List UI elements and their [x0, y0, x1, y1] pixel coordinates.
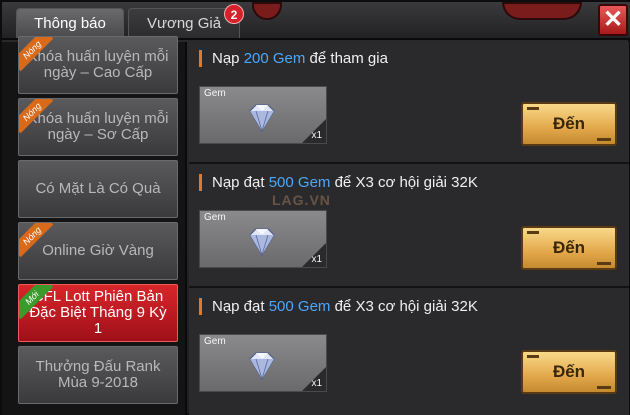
sidebar-item-cfl-lott[interactable]: Mới CFL Lott Phiên Bản Đặc Biệt Tháng 9 …	[18, 284, 178, 342]
sidebar-item-label: Online Giờ Vàng	[42, 242, 154, 259]
diamond-icon	[249, 104, 275, 132]
gem-reward-card[interactable]: Gem x1	[199, 86, 327, 144]
gem-reward-card[interactable]: Gem x1	[199, 210, 327, 268]
button-ornament	[527, 107, 539, 110]
button-ornament	[597, 138, 611, 141]
top-ornament	[502, 2, 582, 20]
sidebar-item-label: Khóa huấn luyện mỗi ngày – Sơ Cấp	[27, 110, 169, 143]
top-ornament	[252, 2, 282, 20]
gem-count: x1	[311, 378, 322, 389]
gem-count: x1	[311, 254, 322, 265]
gem-count: x1	[311, 130, 322, 141]
reward-list: Nạp 200 Gem để tham gia Gem x1 Đến Nạp đ…	[189, 42, 629, 415]
reward-condition: Nạp 200 Gem để tham gia	[199, 50, 388, 67]
go-button-label: Đến	[552, 238, 586, 257]
button-ornament	[597, 386, 611, 389]
button-ornament	[597, 262, 611, 265]
go-button[interactable]: Đến	[521, 102, 617, 146]
button-ornament	[527, 355, 539, 358]
gem-amount: 500 Gem	[268, 174, 331, 191]
go-button[interactable]: Đến	[521, 226, 617, 270]
button-ornament	[527, 231, 539, 234]
sidebar-item-training-advanced[interactable]: Nóng Khóa huấn luyện mỗi ngày – Cao Cấp	[18, 36, 178, 94]
reward-row: Nạp đạt 500 Gem để X3 cơ hội giải 32K Ge…	[189, 290, 629, 412]
sidebar-item-golden-hour[interactable]: Nóng Online Giờ Vàng	[18, 222, 178, 280]
go-button[interactable]: Đến	[521, 350, 617, 394]
condition-prefix: Nạp đạt	[212, 174, 269, 191]
diamond-icon	[249, 228, 275, 256]
watermark-logo: LAG.VN	[272, 192, 331, 208]
close-button[interactable]: ✕	[598, 4, 628, 36]
sidebar-item-rank-reward[interactable]: Thưởng Đấu Rank Mùa 9-2018	[18, 346, 178, 404]
sidebar-item-label: Có Mặt Là Có Quà	[35, 180, 161, 197]
sidebar-item-attendance[interactable]: Có Mặt Là Có Quà	[18, 160, 178, 218]
sidebar-item-label: CFL Lott Phiên Bản Đặc Biệt Tháng 9 Kỳ 1	[29, 288, 167, 337]
sidebar-item-label: Khóa huấn luyện mỗi ngày – Cao Cấp	[27, 48, 169, 81]
tab-bar: Thông báo Vương Giả 2 ✕	[2, 2, 630, 40]
condition-prefix: Nạp đạt	[212, 298, 269, 315]
go-button-label: Đến	[552, 362, 586, 381]
event-window: Thông báo Vương Giả 2 ✕ Nóng Khóa huấn l…	[0, 0, 630, 415]
condition-prefix: Nạp	[212, 50, 244, 67]
reward-row: Nạp 200 Gem để tham gia Gem x1 Đến	[189, 42, 629, 164]
sidebar-item-label: Thưởng Đấu Rank Mùa 9-2018	[35, 358, 161, 391]
sidebar-item-training-basic[interactable]: Nóng Khóa huấn luyện mỗi ngày – Sơ Cấp	[18, 98, 178, 156]
tab-thong-bao[interactable]: Thông báo	[16, 8, 124, 38]
diamond-icon	[249, 352, 275, 380]
gem-amount: 500 Gem	[268, 298, 331, 315]
reward-condition: Nạp đạt 500 Gem để X3 cơ hội giải 32K	[199, 174, 478, 191]
reward-row: Nạp đạt 500 Gem để X3 cơ hội giải 32K Ge…	[189, 166, 629, 288]
close-icon: ✕	[602, 6, 624, 33]
go-button-label: Đến	[552, 114, 586, 133]
gem-card-label: Gem	[204, 336, 226, 347]
gem-reward-card[interactable]: Gem x1	[199, 334, 327, 392]
gem-card-label: Gem	[204, 212, 226, 223]
reward-condition: Nạp đạt 500 Gem để X3 cơ hội giải 32K	[199, 298, 478, 315]
condition-suffix: để X3 cơ hội giải 32K	[330, 298, 478, 315]
gem-amount: 200 Gem	[243, 50, 306, 67]
event-sidebar: Nóng Khóa huấn luyện mỗi ngày – Cao Cấp …	[2, 36, 187, 415]
notification-badge: 2	[224, 4, 244, 24]
condition-suffix: để X3 cơ hội giải 32K	[330, 174, 478, 191]
gem-card-label: Gem	[204, 88, 226, 99]
condition-suffix: để tham gia	[305, 50, 388, 67]
